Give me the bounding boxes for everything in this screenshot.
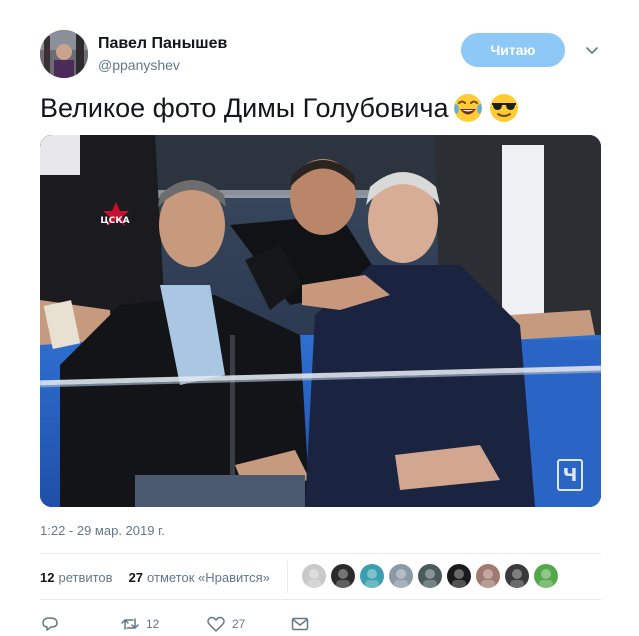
retweet-button[interactable]: 12: [120, 614, 206, 634]
divider: [40, 553, 601, 554]
retweets-label: ретвитов: [58, 569, 113, 585]
liker-avatar-icon[interactable]: [476, 564, 500, 588]
liker-avatar-icon[interactable]: [302, 564, 326, 588]
stats-separator: [287, 561, 288, 593]
likes-count: 27: [128, 569, 144, 585]
liker-avatar-icon[interactable]: [389, 564, 413, 588]
retweets-count: 12: [40, 569, 55, 585]
jersey-text: ЦСКА: [100, 216, 129, 226]
face-with-tears-of-joy-emoji-icon: [452, 92, 484, 124]
liker-avatar-icon[interactable]: [331, 564, 355, 588]
author-handle[interactable]: @ppanyshev: [98, 57, 180, 73]
author-name[interactable]: Павел Панышев: [98, 35, 227, 53]
arena-photo-image: Ч ЦСКА: [40, 135, 601, 507]
heart-icon: [206, 614, 226, 634]
photo-badge: Ч: [563, 465, 578, 486]
direct-message-icon: [290, 614, 310, 634]
likers-avatars: [302, 564, 563, 588]
direct-message-button[interactable]: [290, 614, 310, 634]
follow-button[interactable]: Читаю: [461, 33, 565, 67]
author-avatar[interactable]: [40, 30, 88, 78]
retweet-count: 12: [146, 617, 160, 631]
liker-avatar-icon[interactable]: [418, 564, 442, 588]
like-count: 27: [232, 617, 246, 631]
liker-avatar-icon[interactable]: [360, 564, 384, 588]
tweet-photo[interactable]: Ч ЦСКА: [40, 135, 601, 507]
smiling-face-with-sunglasses-emoji-icon: [488, 92, 520, 124]
likes-label: отметок «Нравится»: [147, 569, 270, 585]
tweet-text-line: Великое фото Димы Голубовича: [40, 90, 520, 126]
divider: [40, 599, 601, 600]
likes-stat[interactable]: 27 отметок «Нравится»: [129, 570, 270, 585]
reply-button[interactable]: [40, 614, 120, 634]
liker-avatar-icon[interactable]: [534, 564, 558, 588]
chevron-down-icon[interactable]: [584, 42, 600, 58]
retweets-stat[interactable]: 12 ретвитов: [40, 570, 113, 585]
tweet-actions: 12 27: [40, 612, 310, 636]
liker-avatar-icon[interactable]: [447, 564, 471, 588]
retweet-icon: [120, 614, 140, 634]
tweet-timestamp[interactable]: 1:22 - 29 мар. 2019 г.: [40, 523, 165, 538]
reply-icon: [40, 614, 60, 634]
profile-photo-icon: [40, 30, 88, 78]
tweet-stats: 12 ретвитов 27 отметок «Нравится»: [40, 567, 286, 587]
tweet-text: Великое фото Димы Голубовича: [40, 93, 449, 123]
like-button[interactable]: 27: [206, 614, 290, 634]
liker-avatar-icon[interactable]: [505, 564, 529, 588]
